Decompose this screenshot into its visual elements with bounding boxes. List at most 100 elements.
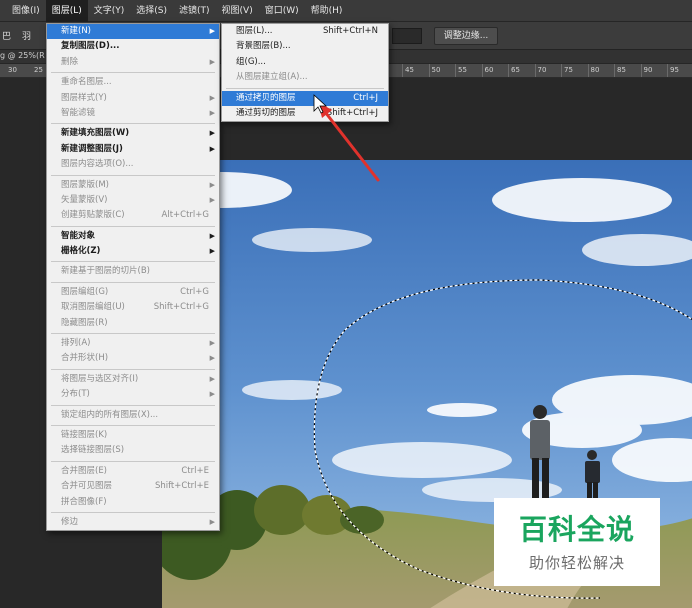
submenu-arrow-icon: ▶	[209, 27, 215, 35]
menu-item[interactable]: 图层(L)... Shift+Ctrl+N	[222, 24, 388, 39]
watermark-title: 百科全说	[518, 513, 635, 546]
menu-item-shortcut: Ctrl+J	[353, 92, 378, 103]
menu-item-label: 组(G)...	[236, 56, 266, 67]
menu-item-label: 智能滤镜	[61, 107, 96, 118]
menu-item[interactable]: 新建调整图层(J) ▶	[47, 142, 219, 157]
menu-item: 从图层建立组(A)...	[222, 70, 388, 85]
ruler-tick	[640, 64, 642, 77]
style-field[interactable]	[392, 28, 422, 44]
menu-bar-item[interactable]: 窗口(W)	[259, 0, 305, 22]
ruler-label: 90	[643, 66, 653, 74]
menu-separator	[51, 261, 215, 263]
menu-item: 隐藏图层(R)	[47, 316, 219, 331]
menu-item: 锁定组内的所有图层(X)...	[47, 408, 219, 423]
menu-item-label: 新建填充图层(W)	[61, 128, 130, 139]
menu-item: 图层蒙版(M) ▶	[47, 178, 219, 193]
ruler-label: 45	[405, 66, 414, 74]
menu-item-label: 通过剪切的图层	[236, 107, 296, 118]
ruler-label: 50	[431, 66, 441, 74]
menu-separator	[51, 511, 215, 513]
menu-bar-item[interactable]: 选择(S)	[130, 0, 173, 22]
menu-item-label: 创建剪贴蒙版(C)	[61, 210, 125, 221]
menu-bar-item[interactable]: 视图(V)	[216, 0, 259, 22]
menu-item: 删除 ▶	[47, 55, 219, 70]
menu-item-label: 复制图层(D)...	[61, 41, 120, 52]
menu-item[interactable]: 新建填充图层(W) ▶	[47, 126, 219, 141]
menu-separator	[51, 225, 215, 227]
ruler-tick	[561, 64, 562, 77]
ruler-tick	[428, 64, 430, 77]
ruler-label: 85	[617, 66, 626, 74]
menu-item-label: 拼合图像(F)	[61, 496, 107, 507]
menu-item: 合并图层(E) Ctrl+E	[47, 464, 219, 479]
menu-bar-item[interactable]: 帮助(H)	[305, 0, 349, 22]
menu-item-label: 隐藏图层(R)	[61, 317, 108, 328]
menu-item-label: 分布(T)	[61, 389, 90, 400]
menu-separator	[51, 424, 215, 426]
menu-item-shortcut: Shift+Ctrl+G	[153, 302, 209, 313]
menu-item: 图层内容选项(O)...	[47, 157, 219, 172]
ruler-label: 25	[34, 66, 43, 74]
adjust-edge-button[interactable]: 调整边缘...	[434, 27, 498, 45]
menu-item-shortcut: Shift+Ctrl+J	[326, 107, 378, 118]
menu-item-shortcut: Shift+Ctrl+E	[154, 481, 209, 492]
menu-item: 修边 ▶	[47, 515, 219, 530]
submenu-arrow-icon: ▶	[209, 247, 215, 256]
menu-item: 选择链接图层(S)	[47, 443, 219, 458]
menu-item-label: 取消图层编组(U)	[61, 302, 125, 313]
menu-item: 链接图层(K)	[47, 428, 219, 443]
menu-item[interactable]: 新建(N) ▶	[47, 24, 219, 40]
submenu-arrow-icon: ▶	[209, 354, 215, 363]
submenu-arrow-icon: ▶	[209, 339, 215, 348]
menu-item: 图层样式(Y) ▶	[47, 91, 219, 106]
menu-item-label: 新建调整图层(J)	[61, 143, 123, 154]
menu-item-label: 从图层建立组(A)...	[236, 72, 308, 83]
menu-item-label: 新建(N)	[61, 26, 91, 36]
menu-item-shortcut: Alt+Ctrl+G	[161, 210, 209, 221]
submenu-arrow-icon: ▶	[209, 180, 215, 189]
menu-item[interactable]: 通过拷贝的图层 Ctrl+J	[222, 90, 388, 106]
ruler-label: 65	[511, 66, 520, 74]
ruler-tick	[534, 64, 536, 77]
ruler-label: 30	[8, 66, 17, 74]
ruler-label: 60	[484, 66, 494, 74]
menu-bar: 图像(I) 图层(L) 文字(Y) 选择(S) 滤镜(T) 视图(V) 窗口(W) 帮助(H)	[0, 0, 692, 22]
menu-item[interactable]: 复制图层(D)...	[47, 39, 219, 54]
ruler-tick	[667, 64, 668, 77]
menu-bar-item[interactable]: 文字(Y)	[88, 0, 131, 22]
submenu-arrow-icon: ▶	[209, 374, 215, 383]
menu-item: 合并形状(H) ▶	[47, 351, 219, 366]
watermark-subtitle: 助你轻松解决	[528, 554, 625, 572]
ruler-tick	[614, 64, 615, 77]
menu-item-label: 图层内容选项(O)...	[61, 159, 134, 170]
document-tab-label: g @ 25%(R	[0, 51, 45, 60]
menu-item-label: 合并图层(E)	[61, 465, 108, 476]
ruler-label: 95	[670, 66, 679, 74]
menu-bar-item[interactable]: 图层(L)	[45, 0, 88, 22]
menu-item-shortcut: Ctrl+G	[180, 286, 209, 297]
menu-item-label: 图层(L)...	[236, 26, 273, 36]
menu-item-label: 合并形状(H)	[61, 353, 109, 364]
menu-item: 矢量蒙版(V) ▶	[47, 193, 219, 208]
menu-item-shortcut: Shift+Ctrl+N	[322, 26, 378, 36]
menu-bar-item[interactable]: 图像(I)	[6, 0, 46, 22]
menu-item[interactable]: 背景图层(B)...	[222, 39, 388, 54]
menu-item[interactable]: 通过剪切的图层 Shift+Ctrl+J	[222, 106, 388, 121]
menu-item: 图层编组(G) Ctrl+G	[47, 285, 219, 300]
submenu-arrow-icon: ▶	[209, 57, 215, 66]
menu-separator	[51, 368, 215, 370]
menu-item[interactable]: 智能对象 ▶	[47, 229, 219, 244]
menu-item: 重命名图层...	[47, 75, 219, 90]
menu-item-label: 链接图层(K)	[61, 429, 108, 440]
menu-item[interactable]: 栅格化(Z) ▶	[47, 244, 219, 259]
menu-item-label: 选择链接图层(S)	[61, 445, 125, 456]
menu-item-label: 删除	[61, 56, 79, 67]
menu-item-label: 锁定组内的所有图层(X)...	[61, 409, 159, 420]
menu-item-label: 背景图层(B)...	[236, 41, 291, 52]
menu-item[interactable]: 组(G)...	[222, 55, 388, 70]
menu-item: 取消图层编组(U) Shift+Ctrl+G	[47, 300, 219, 315]
submenu-arrow-icon: ▶	[209, 93, 215, 102]
menu-bar-item[interactable]: 滤镜(T)	[173, 0, 216, 22]
ruler-label: 75	[564, 66, 573, 74]
ruler-label: 70	[537, 66, 547, 74]
